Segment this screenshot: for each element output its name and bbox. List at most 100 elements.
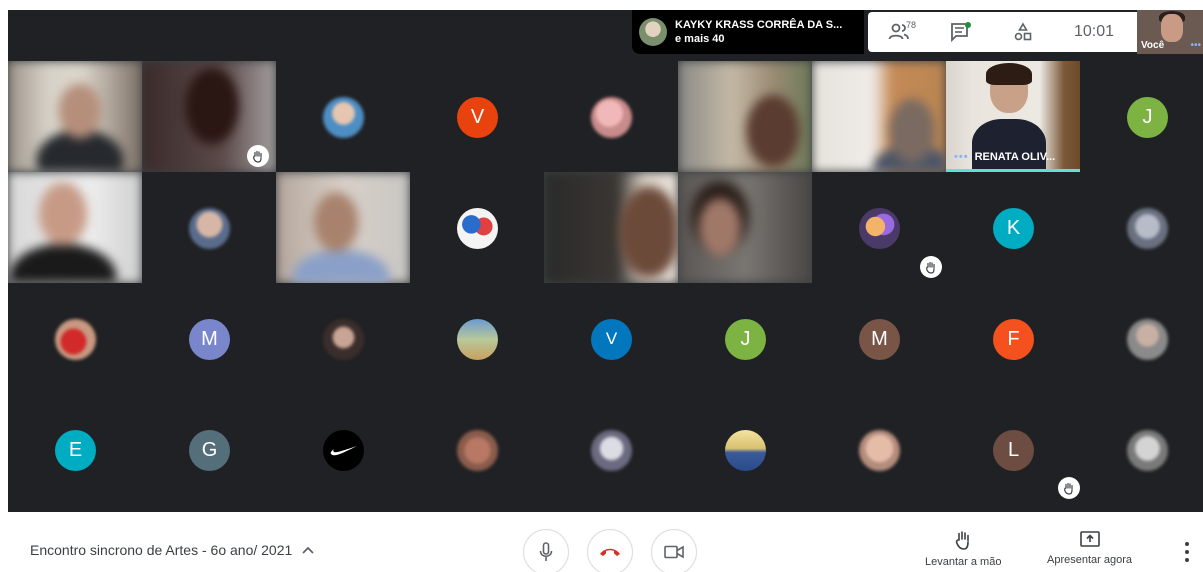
participant-avatar <box>189 207 230 249</box>
more-options-icon[interactable] <box>1180 542 1194 562</box>
participant-avatar <box>457 429 498 471</box>
participant-name-label: ••• RENATA OLIV... <box>954 151 1055 163</box>
participant-tile[interactable] <box>1080 394 1203 505</box>
participant-avatar: M <box>859 318 900 360</box>
participant-tile[interactable] <box>8 283 142 394</box>
participant-tile[interactable]: M <box>142 283 276 394</box>
participant-avatar: J <box>725 318 766 360</box>
participant-tile[interactable] <box>276 283 410 394</box>
video-camera-icon <box>664 545 684 559</box>
participant-tile[interactable] <box>1080 283 1203 394</box>
leave-call-button[interactable] <box>587 529 633 572</box>
participant-tile[interactable] <box>142 172 276 283</box>
chevron-up-icon <box>302 546 314 554</box>
participant-tile[interactable]: G <box>142 394 276 505</box>
chat-button[interactable] <box>930 22 992 42</box>
participant-tile[interactable]: K <box>946 172 1080 283</box>
participant-tile[interactable] <box>410 394 544 505</box>
participant-tile[interactable]: J <box>678 283 812 394</box>
grid-row-3: M V J M F <box>8 283 1203 394</box>
self-face <box>1161 14 1183 42</box>
presenter-avatar <box>639 18 667 46</box>
participant-tile[interactable]: E <box>8 394 142 505</box>
dot <box>1185 542 1189 546</box>
participant-avatar: K <box>993 207 1034 249</box>
video-person <box>544 172 678 283</box>
participant-tile[interactable] <box>1080 172 1203 283</box>
participant-tile[interactable]: F <box>946 283 1080 394</box>
meet-window: KAYKY KRASS CORRÊA DA S... e mais 40 78 <box>0 0 1203 572</box>
participant-avatar: J <box>1127 96 1168 138</box>
participant-tile-video[interactable]: ••• RENATA OLIV... <box>946 61 1080 172</box>
participant-tile[interactable]: J <box>1080 61 1203 172</box>
clock: 10:01 <box>1073 23 1115 40</box>
participant-tile-video[interactable] <box>544 172 678 283</box>
presenter-text: KAYKY KRASS CORRÊA DA S... e mais 40 <box>675 18 842 46</box>
video-person <box>678 172 812 283</box>
self-view[interactable]: Você ••• <box>1137 10 1203 54</box>
present-screen-icon <box>1079 531 1100 547</box>
meeting-details-bar: 78 10:01 <box>868 12 1137 52</box>
participant-avatar <box>1127 318 1168 360</box>
presenter-name: KAYKY KRASS CORRÊA DA S... <box>675 19 843 31</box>
speaker-body <box>972 119 1046 172</box>
camera-button[interactable] <box>651 529 697 572</box>
meeting-details-button[interactable]: Encontro sincrono de Artes - 6o ano/ 202… <box>30 542 314 558</box>
participant-tile-video[interactable] <box>812 61 946 172</box>
participant-tile[interactable] <box>544 61 678 172</box>
meeting-title: Encontro sincrono de Artes - 6o ano/ 202… <box>30 542 293 558</box>
grid-row-4: E G L <box>8 394 1203 505</box>
participant-tile[interactable] <box>410 172 544 283</box>
participant-avatar <box>859 207 900 249</box>
present-now-button[interactable]: Apresentar agora <box>1047 530 1132 566</box>
participant-tile[interactable]: V <box>410 61 544 172</box>
participant-avatar <box>457 207 498 249</box>
participant-tile[interactable] <box>678 394 812 505</box>
participant-avatar: G <box>189 429 230 471</box>
participant-tile[interactable]: M <box>812 283 946 394</box>
presenter-pill[interactable]: KAYKY KRASS CORRÊA DA S... e mais 40 <box>632 10 864 54</box>
participant-avatar <box>859 429 900 471</box>
top-bar: KAYKY KRASS CORRÊA DA S... e mais 40 78 <box>8 10 1203 60</box>
activities-button[interactable] <box>992 22 1054 42</box>
participant-tile-video[interactable] <box>142 61 276 172</box>
participant-tile[interactable] <box>812 394 946 505</box>
video-person <box>8 61 142 172</box>
participant-tile[interactable] <box>544 394 678 505</box>
participant-avatar: E <box>55 429 96 471</box>
video-person <box>8 172 142 283</box>
participant-tile[interactable] <box>276 61 410 172</box>
participant-tile-video[interactable] <box>678 172 812 283</box>
participant-tile[interactable] <box>812 172 946 283</box>
participant-tile-video[interactable] <box>678 61 812 172</box>
more-options-icon[interactable]: ••• <box>954 151 969 163</box>
participant-avatar <box>591 96 632 138</box>
participant-tile[interactable]: V <box>544 283 678 394</box>
people-button[interactable]: 78 <box>868 20 930 41</box>
raise-hand-icon <box>956 531 970 550</box>
participant-tile[interactable]: L <box>946 394 1080 505</box>
participant-avatar: V <box>457 96 498 138</box>
participant-avatar: F <box>993 318 1034 360</box>
people-count: 78 <box>906 20 917 30</box>
participant-tile-video[interactable] <box>8 61 142 172</box>
present-now-label: Apresentar agora <box>1047 554 1132 566</box>
participant-avatar <box>55 318 96 360</box>
participant-tile[interactable] <box>276 394 410 505</box>
meeting-stage: KAYKY KRASS CORRÊA DA S... e mais 40 78 <box>8 10 1203 512</box>
self-more-icon[interactable]: ••• <box>1190 40 1201 51</box>
participant-avatar <box>457 318 498 360</box>
participant-tile-video[interactable] <box>8 172 142 283</box>
participant-grid: V ••• RENATA OLIV... J K M V J M F E G L <box>8 61 1203 512</box>
participant-tile-video[interactable] <box>276 172 410 283</box>
video-person <box>276 172 410 283</box>
hang-up-icon <box>600 548 620 556</box>
participant-tile[interactable] <box>410 283 544 394</box>
raised-hand-icon <box>920 256 942 278</box>
dot <box>1185 558 1189 562</box>
microphone-button[interactable] <box>523 529 569 572</box>
participant-avatar: M <box>189 318 230 360</box>
video-person <box>678 61 812 172</box>
shapes-icon <box>1014 22 1032 41</box>
raise-hand-button[interactable]: Levantar a mão <box>925 530 1001 568</box>
